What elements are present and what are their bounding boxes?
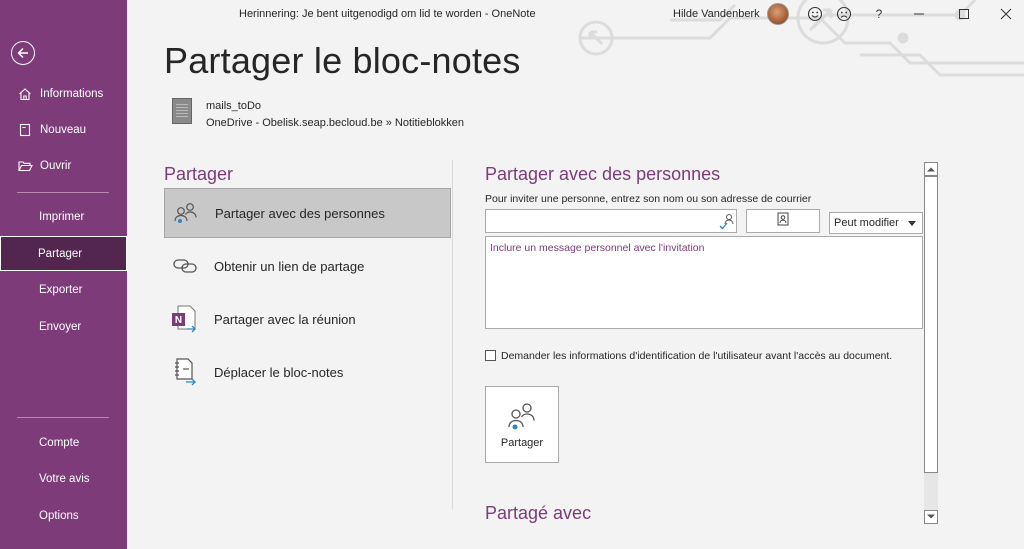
sidebar-item-exporter[interactable]: Exporter — [0, 272, 127, 308]
permission-value: Peut modifier — [834, 217, 899, 229]
personal-message-field[interactable] — [485, 236, 923, 329]
close-icon[interactable] — [997, 5, 1015, 23]
page-title: Partager le bloc-notes — [164, 40, 521, 81]
share-button[interactable]: Partager — [485, 386, 559, 463]
scroll-down-icon[interactable] — [924, 510, 938, 524]
invite-label: Pour inviter une personne, entrez son no… — [485, 193, 812, 205]
share-option-label: Partager avec des personnes — [215, 205, 385, 221]
avatar[interactable] — [767, 3, 789, 25]
people-share-icon — [508, 402, 535, 429]
sidebar-item-label: Exporter — [39, 284, 83, 296]
notebook-path: OneDrive - Obelisk.seap.becloud.be » Not… — [206, 117, 465, 129]
address-book-button[interactable] — [746, 209, 820, 233]
move-notebook-icon — [170, 357, 200, 387]
vertical-scrollbar[interactable] — [924, 162, 938, 524]
frown-icon[interactable] — [835, 5, 853, 23]
share-option-people[interactable]: Partager avec des personnes — [164, 188, 451, 238]
sidebar-item-informations[interactable]: Informations — [0, 76, 127, 112]
sidebar-item-ouvrir[interactable]: Ouvrir — [0, 148, 127, 184]
sidebar-item-label: Compte — [39, 437, 80, 449]
sidebar-item-label: Imprimer — [39, 211, 85, 223]
help-icon[interactable]: ? — [870, 5, 888, 23]
share-option-label: Obtenir un lien de partage — [214, 258, 365, 274]
sidebar-item-label: Nouveau — [40, 124, 87, 136]
people-share-icon — [171, 198, 201, 228]
share-option-label: Déplacer le bloc-notes — [214, 364, 344, 380]
share-heading: Partager — [164, 164, 234, 184]
window-title: Herinnering: Je bent uitgenodigd om lid … — [239, 8, 536, 20]
section-divider — [452, 160, 453, 510]
address-book-icon — [776, 212, 790, 231]
share-option-move[interactable]: Déplacer le bloc-notes — [164, 347, 451, 397]
sidebar-divider — [17, 417, 109, 418]
sidebar-item-label: Options — [39, 510, 79, 522]
sidebar-item-imprimer[interactable]: Imprimer — [0, 199, 127, 235]
home-icon — [17, 86, 33, 102]
sidebar-item-label: Partager — [38, 247, 83, 260]
invite-input[interactable] — [485, 209, 737, 233]
scroll-up-icon[interactable] — [924, 162, 938, 176]
shared-with-heading: Partagé avec — [485, 503, 592, 523]
folder-open-icon — [17, 158, 33, 174]
permission-dropdown[interactable]: Peut modifier — [829, 212, 923, 234]
chevron-down-icon — [908, 221, 916, 226]
sidebar-item-label: Votre avis — [39, 473, 90, 485]
scrollbar-track[interactable] — [924, 473, 938, 510]
sidebar-item-votre-avis[interactable]: Votre avis — [0, 461, 127, 497]
sidebar-item-nouveau[interactable]: Nouveau — [0, 112, 127, 148]
sidebar-item-options[interactable]: Options — [0, 498, 127, 534]
backstage-sidebar: Informations Nouveau Ouvrir Imprimer Par… — [0, 0, 127, 549]
notebook-name: mails_toDo — [206, 100, 262, 112]
scrollbar-thumb[interactable] — [924, 176, 938, 473]
new-page-icon — [17, 122, 33, 138]
link-icon — [170, 251, 200, 281]
require-signin-checkbox[interactable] — [485, 350, 496, 361]
sidebar-item-label: Envoyer — [39, 321, 82, 333]
share-button-label: Partager — [500, 436, 544, 449]
people-panel-heading: Partager avec des personnes — [485, 164, 721, 184]
back-arrow-icon[interactable] — [11, 41, 35, 65]
onenote-meeting-icon: N — [170, 304, 200, 334]
sidebar-item-envoyer[interactable]: Envoyer — [0, 309, 127, 345]
require-signin-label: Demander les informations d'identificati… — [501, 350, 893, 362]
minimize-icon[interactable] — [910, 5, 928, 23]
sidebar-item-compte[interactable]: Compte — [0, 425, 127, 461]
sidebar-divider — [17, 192, 109, 193]
user-name[interactable]: Hilde Vandenberk — [673, 8, 760, 20]
notebook-icon — [172, 98, 192, 124]
share-option-meeting[interactable]: N Partager avec la réunion — [164, 294, 451, 344]
svg-text:N: N — [175, 315, 182, 326]
sidebar-item-label: Ouvrir — [40, 160, 72, 172]
sidebar-item-label: Informations — [40, 88, 104, 100]
smiley-icon[interactable] — [806, 5, 824, 23]
sidebar-item-partager[interactable]: Partager — [0, 236, 127, 271]
maximize-icon[interactable] — [955, 5, 973, 23]
check-names-icon[interactable] — [718, 212, 736, 230]
share-option-link[interactable]: Obtenir un lien de partage — [164, 241, 451, 291]
share-option-label: Partager avec la réunion — [214, 311, 356, 327]
